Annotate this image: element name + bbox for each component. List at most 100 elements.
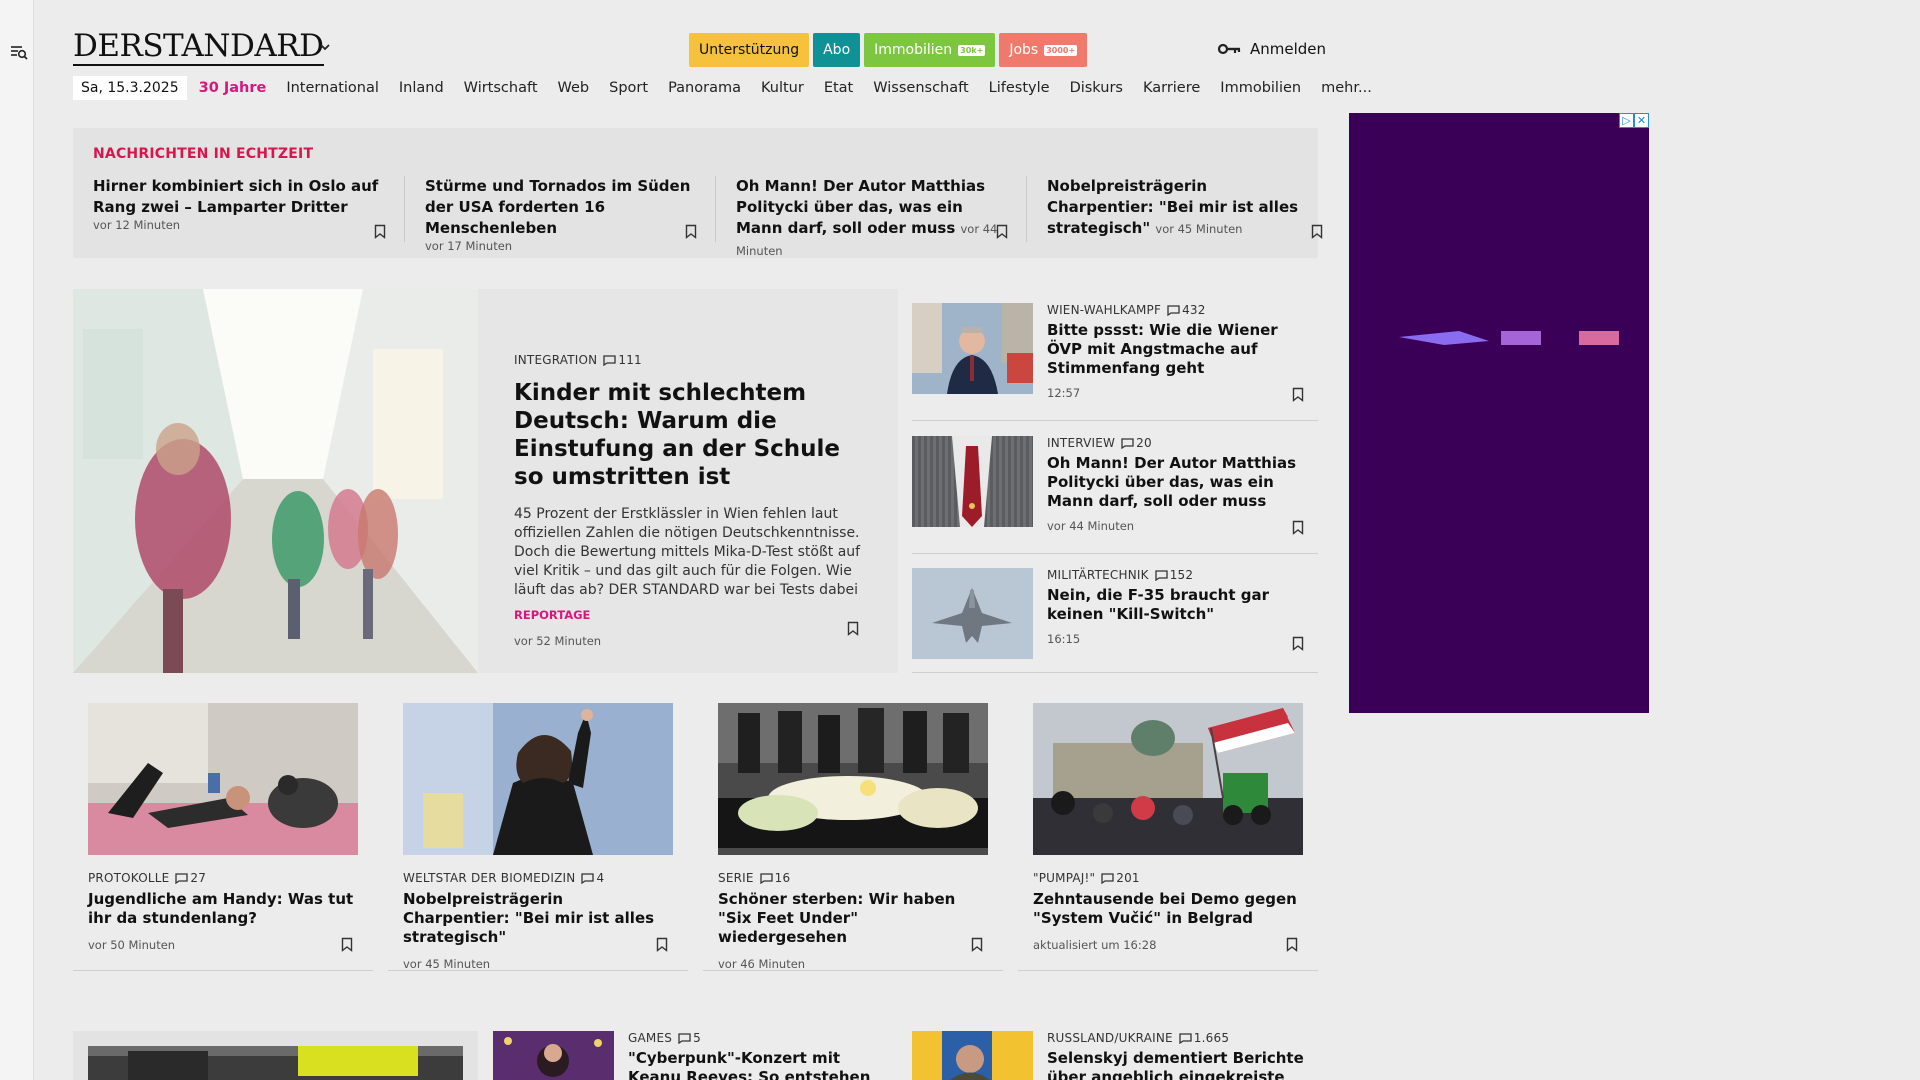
nav-item-panorama[interactable]: Panorama [668, 80, 741, 96]
teen-phone-photo [88, 703, 358, 855]
live-news-title[interactable]: Stürme und Tornados im Süden der USA for… [425, 176, 695, 239]
site-logo[interactable]: DERSTANDARD [73, 28, 324, 66]
article-card[interactable] [73, 1031, 478, 1080]
nav-item-etat[interactable]: Etat [824, 80, 853, 96]
bookmark-icon[interactable] [685, 224, 697, 239]
comments-count[interactable]: 201 [1101, 871, 1140, 885]
hero-lead: 45 Prozent der Erstklässler in Wien fehl… [514, 506, 861, 598]
bookmark-icon[interactable] [996, 224, 1008, 239]
card-image[interactable] [403, 703, 673, 855]
card-kicker: WELTSTAR DER BIOMEDIZIN 4 [403, 871, 605, 885]
side-time: 16:15 [1047, 632, 1081, 646]
live-news-item[interactable]: Oh Mann! Der Autor Matthias Politycki üb… [715, 176, 1026, 258]
nav-item-wissenschaft[interactable]: Wissenschaft [873, 80, 968, 96]
comment-icon [1101, 872, 1114, 884]
belgrade-demo-photo [1033, 703, 1303, 855]
article-card[interactable]: WELTSTAR DER BIOMEDIZIN 4 Nobelpreisträg… [388, 703, 688, 971]
side-teaser-image[interactable] [912, 568, 1033, 659]
menu-search-icon[interactable] [10, 44, 28, 60]
card-time: vor 50 Minuten [88, 938, 176, 952]
comments-count[interactable]: 152 [1155, 568, 1194, 582]
card-title[interactable]: "Cyberpunk"-Konzert mit Keanu Reeves: So… [628, 1049, 893, 1080]
article-photo [88, 1046, 463, 1080]
card-image[interactable] [88, 703, 358, 855]
nav-item-kultur[interactable]: Kultur [761, 80, 804, 96]
live-news-item[interactable]: Nobelpreisträgerin Charpentier: "Bei mir… [1026, 176, 1337, 242]
bookmark-icon[interactable] [341, 937, 353, 952]
live-news-time: vor 17 Minuten [425, 239, 513, 253]
bookmark-icon[interactable] [656, 937, 668, 952]
hero-article[interactable]: INTEGRATION 111 Kinder mit schlechtem De… [478, 289, 898, 673]
side-title[interactable]: Bitte pssst: Wie die Wiener ÖVP mit Angs… [1047, 321, 1312, 378]
nav-item-30-jahre[interactable]: 30 Jahre [199, 80, 267, 96]
comments-count[interactable]: 27 [175, 871, 206, 885]
abo-button[interactable]: Abo [813, 33, 861, 67]
side-title[interactable]: Nein, die F-35 braucht gar keinen "Kill-… [1047, 586, 1312, 624]
nav-item-inland[interactable]: Inland [399, 80, 444, 96]
card-title[interactable]: Selenskyj dementiert Berichte über angeb… [1047, 1049, 1312, 1080]
nav-item-web[interactable]: Web [558, 80, 590, 96]
immobilien-button[interactable]: Immobilien 30k+ [864, 33, 996, 67]
bookmark-icon[interactable] [1292, 636, 1304, 651]
card-title[interactable]: Jugendliche am Handy: Was tut ihr da stu… [88, 890, 358, 928]
side-teaser[interactable]: MILITÄRTECHNIK 152 Nein, die F-35 brauch… [912, 568, 1318, 673]
card-title[interactable]: Nobelpreisträgerin Charpentier: "Bei mir… [403, 890, 673, 947]
article-card[interactable]: SERIE 16 Schöner sterben: Wir haben "Six… [703, 703, 1003, 971]
bookmark-icon[interactable] [1311, 224, 1323, 239]
comments-count[interactable]: 432 [1167, 303, 1206, 317]
comments-count[interactable]: 16 [760, 871, 791, 885]
comment-icon [1121, 437, 1134, 449]
header-pills: Unterstützung Abo Immobilien 30k+ Jobs 300… [689, 33, 1088, 67]
nav-item-international[interactable]: International [286, 80, 379, 96]
live-news-time: vor 45 Minuten [1155, 222, 1243, 236]
card-title[interactable]: Zehntausende bei Demo gegen "System Vuči… [1033, 890, 1303, 928]
live-news-item[interactable]: Hirner kombiniert sich in Oslo auf Rang … [93, 176, 404, 242]
hero-image[interactable] [73, 289, 478, 673]
ad-banner[interactable]: ▷ ✕ [1349, 113, 1649, 713]
live-news-title[interactable]: Hirner kombiniert sich in Oslo auf Rang … [93, 176, 384, 218]
bookmark-icon[interactable] [1292, 387, 1304, 402]
bookmark-icon[interactable] [1292, 520, 1304, 535]
support-button[interactable]: Unterstützung [689, 33, 810, 67]
scientist-photo [403, 703, 673, 855]
nav-item-wirtschaft[interactable]: Wirtschaft [464, 80, 538, 96]
side-kicker: INTERVIEW 20 [1047, 436, 1152, 450]
side-teaser[interactable]: WIEN-WAHLKAMPF 432 Bitte pssst: Wie die … [912, 303, 1318, 421]
comments-count[interactable]: 20 [1121, 436, 1152, 450]
comments-count[interactable]: 1.665 [1179, 1031, 1229, 1045]
comments-count[interactable]: 4 [581, 871, 604, 885]
live-news-title[interactable]: Nobelpreisträgerin Charpentier: "Bei mir… [1047, 176, 1317, 240]
article-card[interactable]: RUSSLAND/UKRAINE 1.665 Selenskyj dementi… [912, 1031, 1318, 1080]
card-title[interactable]: Schöner sterben: Wir haben "Six Feet Und… [718, 890, 988, 947]
nav-item-sport[interactable]: Sport [609, 80, 648, 96]
bookmark-icon[interactable] [971, 937, 983, 952]
nav-item-lifestyle[interactable]: Lifestyle [989, 80, 1050, 96]
chevron-down-icon[interactable] [318, 40, 332, 54]
article-type-tag: REPORTAGE [514, 608, 591, 622]
article-card[interactable]: "PUMPAJ!" 201 Zehntausende bei Demo gege… [1018, 703, 1318, 971]
nav-item-karriere[interactable]: Karriere [1143, 80, 1200, 96]
comments-count[interactable]: 111 [603, 353, 642, 367]
login-button[interactable]: Anmelden [1218, 40, 1326, 58]
live-news-item[interactable]: Stürme und Tornados im Süden der USA for… [404, 176, 715, 253]
bookmark-icon[interactable] [374, 224, 386, 239]
hero-title[interactable]: Kinder mit schlechtem Deutsch: Warum die… [514, 379, 864, 491]
nav-item-more[interactable]: mehr... [1321, 80, 1372, 96]
nav-item-diskurs[interactable]: Diskurs [1070, 80, 1123, 96]
nav-item-immobilien[interactable]: Immobilien [1220, 80, 1301, 96]
comments-count[interactable]: 5 [678, 1031, 701, 1045]
immobilien-badge: 30k+ [958, 44, 986, 56]
article-card[interactable]: GAMES 5 "Cyberpunk"-Konzert mit Keanu Re… [493, 1031, 899, 1080]
bookmark-icon[interactable] [847, 621, 859, 636]
card-image[interactable] [1033, 703, 1303, 855]
side-teaser-image[interactable] [912, 436, 1033, 527]
side-teaser-image[interactable] [912, 303, 1033, 394]
card-image[interactable] [718, 703, 988, 855]
live-news-title[interactable]: Oh Mann! Der Autor Matthias Politycki üb… [736, 176, 1006, 262]
jobs-badge: 3000+ [1044, 44, 1078, 56]
jobs-button[interactable]: Jobs 3000+ [999, 33, 1088, 67]
side-teaser[interactable]: INTERVIEW 20 Oh Mann! Der Autor Matthias… [912, 436, 1318, 554]
bookmark-icon[interactable] [1286, 937, 1298, 952]
side-title[interactable]: Oh Mann! Der Autor Matthias Politycki üb… [1047, 454, 1312, 511]
article-card[interactable]: PROTOKOLLE 27 Jugendliche am Handy: Was … [73, 703, 373, 971]
